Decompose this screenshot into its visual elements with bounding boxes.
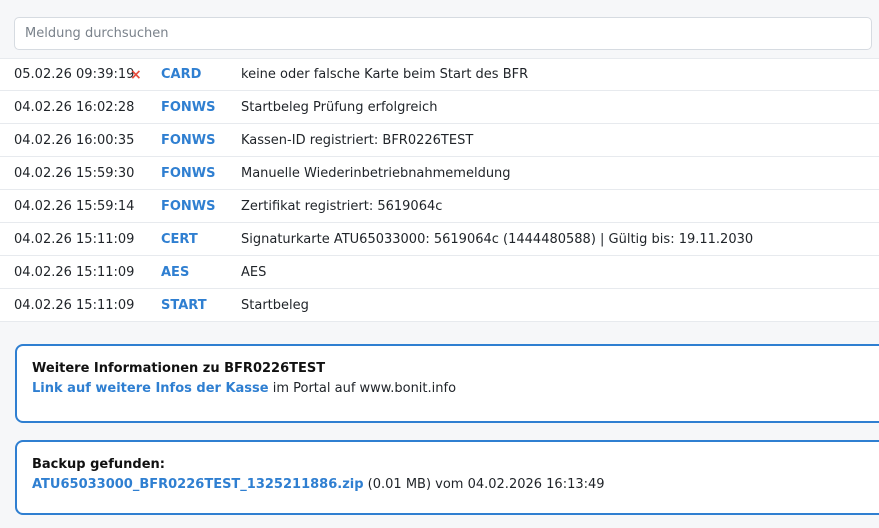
- log-code: AES: [161, 264, 190, 280]
- search-input[interactable]: [14, 17, 872, 50]
- log-time: 05.02.26 09:39:19: [14, 67, 135, 82]
- log-row[interactable]: 04.02.26 15:59:30 FONWS Manuelle Wiederi…: [0, 157, 879, 190]
- log-row[interactable]: 04.02.26 15:11:09 AES AES: [0, 256, 879, 289]
- backup-panel: Backup gefunden: ATU65033000_BFR0226TEST…: [15, 440, 879, 515]
- log-time: 04.02.26 15:59:30: [14, 165, 135, 181]
- backup-details: (0.01 MB) vom 04.02.2026 16:13:49: [363, 477, 605, 492]
- log-code: CERT: [161, 231, 198, 247]
- log-row[interactable]: 04.02.26 16:02:28 FONWS Startbeleg Prüfu…: [0, 91, 879, 124]
- backup-file-link[interactable]: ATU65033000_BFR0226TEST_1325211886.zip: [32, 477, 364, 492]
- log-row[interactable]: 04.02.26 16:00:35 FONWS Kassen-ID regist…: [0, 124, 879, 157]
- log-code: START: [161, 297, 207, 313]
- log-message: keine oder falsche Karte beim Start des …: [241, 67, 529, 82]
- log-time: 04.02.26 15:59:14: [14, 198, 135, 214]
- register-info-title: Weitere Informationen zu BFR0226TEST: [32, 361, 326, 376]
- log-row[interactable]: 04.02.26 15:59:14 FONWS Zertifikat regis…: [0, 190, 879, 223]
- log-list: 05.02.26 09:39:19 × CARD keine oder fals…: [0, 58, 879, 322]
- log-time: 04.02.26 15:11:09: [14, 231, 135, 247]
- log-message: Manuelle Wiederinbetriebnahmemeldung: [241, 165, 511, 181]
- log-message: Zertifikat registriert: 5619064c: [241, 198, 443, 214]
- log-time: 04.02.26 15:11:09: [14, 264, 135, 280]
- log-code: FONWS: [161, 198, 216, 214]
- register-info-line: Link auf weitere Infos der Kasse im Port…: [32, 379, 873, 399]
- log-time: 04.02.26 15:11:09: [14, 297, 135, 313]
- log-code: CARD: [161, 67, 202, 82]
- log-time: 04.02.26 16:00:35: [14, 132, 135, 148]
- log-code: FONWS: [161, 165, 216, 181]
- log-row[interactable]: 04.02.26 15:11:09 START Startbeleg: [0, 289, 879, 322]
- backup-title: Backup gefunden:: [32, 457, 165, 472]
- log-message: Startbeleg: [241, 297, 309, 313]
- register-info-suffix: im Portal auf www.bonit.info: [268, 381, 457, 396]
- log-message: Startbeleg Prüfung erfolgreich: [241, 99, 438, 115]
- register-info-panel: Weitere Informationen zu BFR0226TEST Lin…: [15, 344, 879, 423]
- register-info-link[interactable]: Link auf weitere Infos der Kasse: [32, 381, 269, 396]
- log-time: 04.02.26 16:02:28: [14, 99, 135, 115]
- backup-line: ATU65033000_BFR0226TEST_1325211886.zip (…: [32, 475, 873, 495]
- log-message: Kassen-ID registriert: BFR0226TEST: [241, 132, 474, 148]
- log-code: FONWS: [161, 132, 216, 148]
- log-row[interactable]: 04.02.26 15:11:09 CERT Signaturkarte ATU…: [0, 223, 879, 256]
- close-icon: ×: [130, 66, 142, 83]
- search-bar: [14, 17, 872, 50]
- log-message: AES: [241, 264, 267, 280]
- log-code: FONWS: [161, 99, 216, 115]
- log-row[interactable]: 05.02.26 09:39:19 × CARD keine oder fals…: [0, 58, 879, 91]
- log-message: Signaturkarte ATU65033000: 5619064c (144…: [241, 231, 754, 247]
